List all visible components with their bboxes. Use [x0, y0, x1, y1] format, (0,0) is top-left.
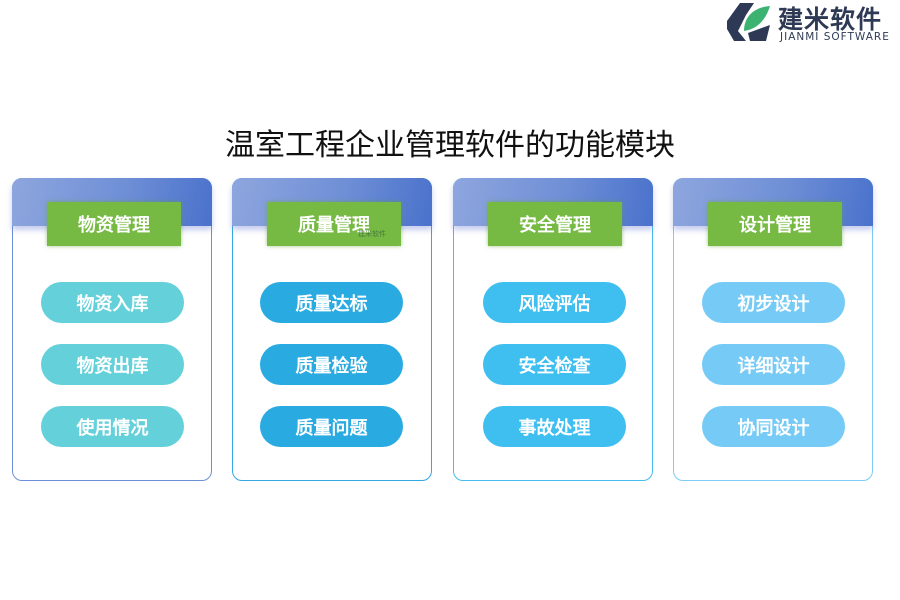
module-card-materials: 物资管理 物资入库 物资出库 使用情况 [12, 178, 212, 481]
feature-pill[interactable]: 协同设计 [702, 406, 845, 447]
feature-pill[interactable]: 安全检查 [483, 344, 626, 385]
feature-pill[interactable]: 使用情况 [41, 406, 184, 447]
feature-pill[interactable]: 初步设计 [702, 282, 845, 323]
module-card-design: 设计管理 初步设计 详细设计 协同设计 [673, 178, 873, 481]
watermark: 建米软件 [358, 230, 386, 238]
module-label: 安全管理 [488, 202, 622, 246]
page-title: 温室工程企业管理软件的功能模块 [225, 128, 675, 163]
module-card-safety: 安全管理 风险评估 安全检查 事故处理 [453, 178, 653, 481]
module-label: 质量管理 [267, 202, 401, 246]
logo-name-en: JIANMI SOFTWARE [780, 31, 890, 43]
feature-pill[interactable]: 事故处理 [483, 406, 626, 447]
brand-logo: 建米软件 JIANMI SOFTWARE [724, 0, 900, 46]
feature-pill[interactable]: 详细设计 [702, 344, 845, 385]
feature-pill[interactable]: 质量问题 [260, 406, 403, 447]
feature-pill[interactable]: 质量达标 [260, 282, 403, 323]
module-label: 物资管理 [47, 202, 181, 246]
jianmi-logo-icon [727, 3, 770, 41]
feature-pill[interactable]: 物资入库 [41, 282, 184, 323]
feature-pill[interactable]: 风险评估 [483, 282, 626, 323]
feature-pill[interactable]: 物资出库 [41, 344, 184, 385]
module-label: 设计管理 [708, 202, 842, 246]
module-card-quality: 质量管理 建米软件 质量达标 质量检验 质量问题 [232, 178, 432, 481]
feature-pill[interactable]: 质量检验 [260, 344, 403, 385]
